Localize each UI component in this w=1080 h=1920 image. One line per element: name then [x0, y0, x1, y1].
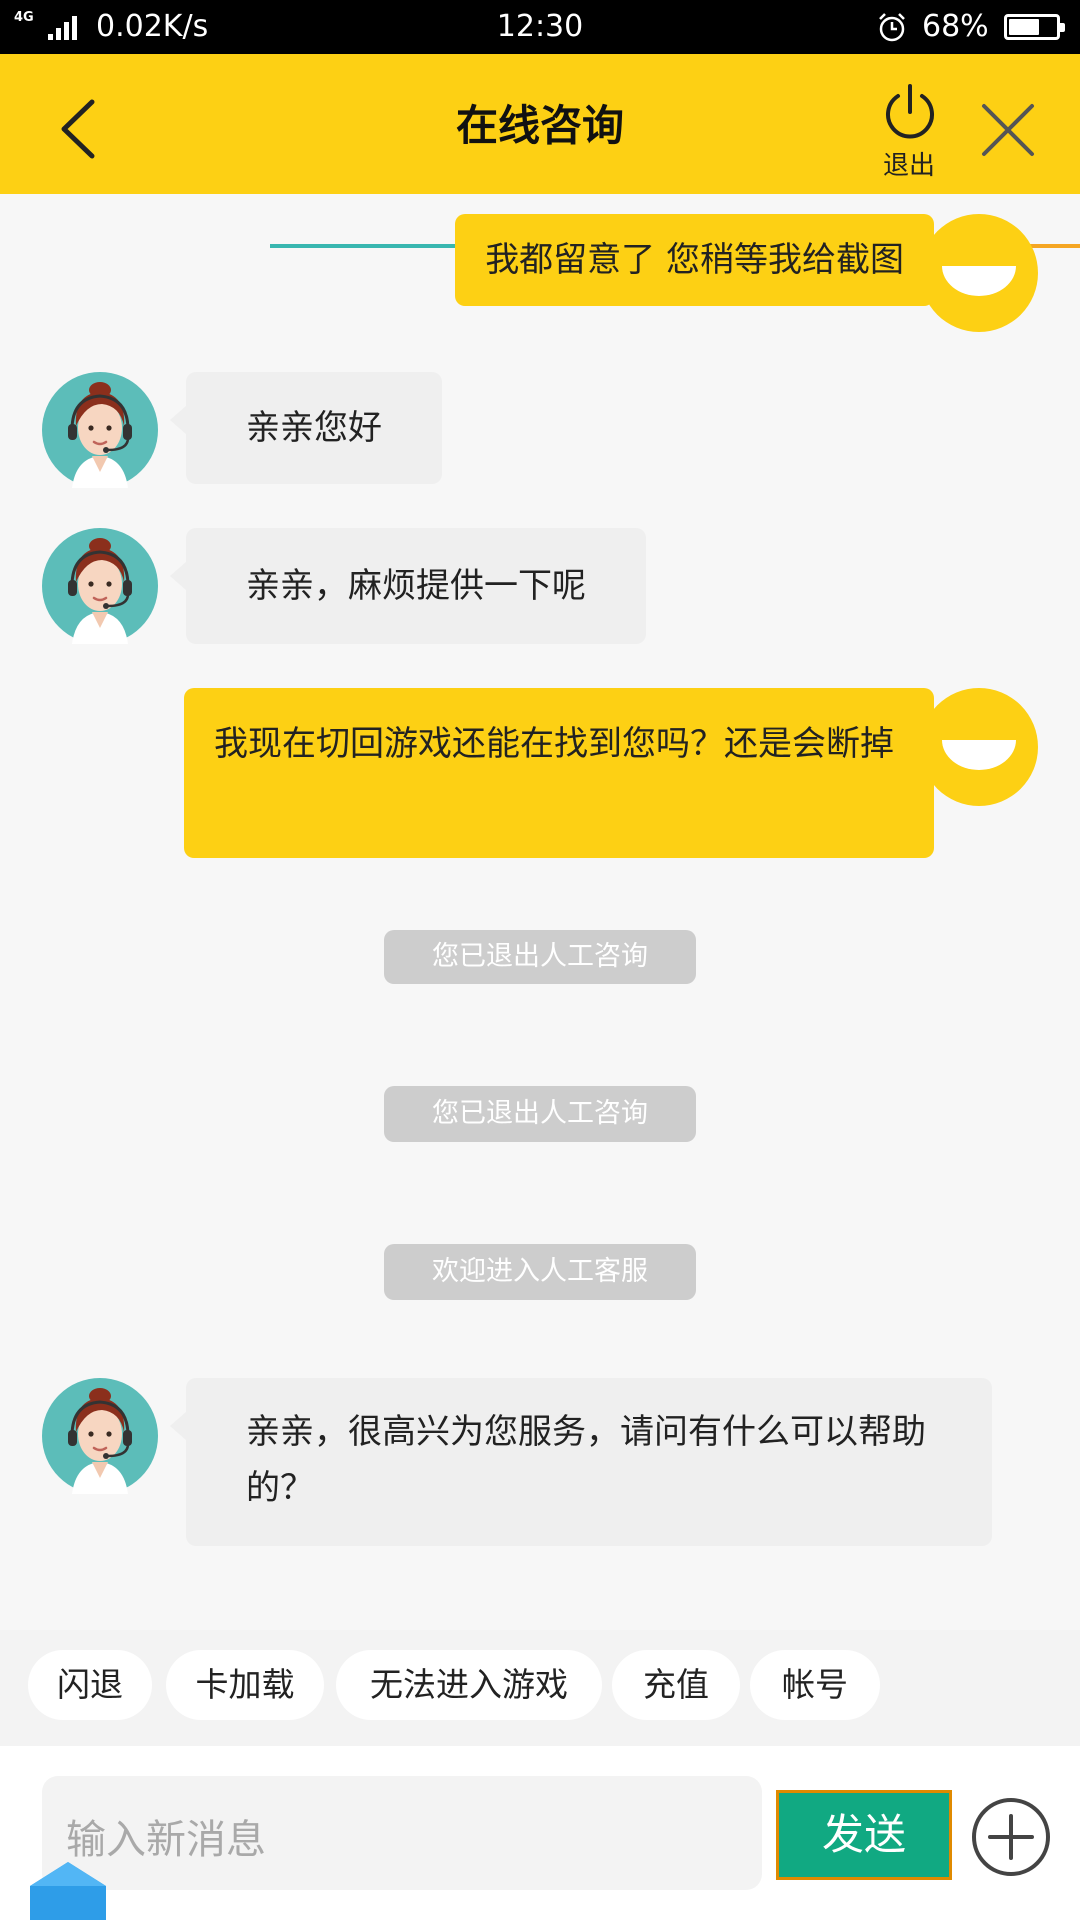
- user-message-bubble: 我都留意了 您稍等我给截图: [455, 214, 950, 306]
- agent-avatar[interactable]: [42, 528, 158, 644]
- close-icon[interactable]: [976, 98, 1040, 162]
- system-notice: 您已退出人工咨询: [384, 1086, 696, 1142]
- system-notice: 欢迎进入人工客服: [384, 1244, 696, 1300]
- message-input-bar: 发送: [0, 1746, 1080, 1920]
- quick-reply-chip[interactable]: 充值: [612, 1650, 740, 1720]
- message-text: 亲亲，麻烦提供一下呢: [246, 566, 586, 606]
- agent-message-bubble: 亲亲，很高兴为您服务，请问有什么可以帮助的？: [170, 1378, 992, 1546]
- clock: 12:30: [496, 9, 584, 44]
- power-icon: [886, 84, 934, 139]
- exit-label: 退出: [882, 151, 935, 181]
- system-notice: 您已退出人工咨询: [384, 930, 696, 984]
- agent-message-bubble: 亲亲，麻烦提供一下呢: [170, 528, 646, 644]
- quick-reply-bar: 闪退 卡加载 无法进入游戏 充值 帐号: [0, 1630, 1080, 1746]
- battery-percent: 68%: [922, 9, 989, 44]
- user-message-bubble: 我现在切回游戏还能在找到您吗？还是会断掉: [184, 688, 950, 858]
- message-input[interactable]: [42, 1776, 762, 1890]
- agent-avatar[interactable]: [42, 1378, 158, 1494]
- top-app-bar: 在线咨询 退出: [0, 54, 1080, 248]
- send-button[interactable]: 发送: [776, 1790, 952, 1880]
- message-text: 我现在切回游戏还能在找到您吗？还是会断掉: [214, 724, 894, 764]
- chat-message-list[interactable]: 我都留意了 您稍等我给截图 亲亲您好 亲亲，麻烦提供一下呢 我现在切回游戏还能在…: [0, 194, 1080, 1630]
- plus-circle-icon[interactable]: [970, 1796, 1052, 1878]
- alarm-icon: [879, 13, 905, 42]
- status-bar: 4G 0.02K/s 12:30 68%: [0, 0, 1080, 54]
- message-text: 亲亲，很高兴为您服务，请问有什么可以帮助的？: [246, 1412, 926, 1508]
- quick-reply-chip[interactable]: 帐号: [750, 1650, 880, 1720]
- quick-reply-chip[interactable]: 闪退: [28, 1650, 152, 1720]
- message-text: 亲亲您好: [246, 408, 382, 448]
- floating-ball-handle[interactable]: [28, 1862, 108, 1920]
- user-avatar[interactable]: [920, 688, 1038, 806]
- quick-reply-chip[interactable]: 无法进入游戏: [336, 1650, 602, 1720]
- exit-button[interactable]: 退出: [874, 82, 944, 192]
- agent-avatar[interactable]: [42, 372, 158, 488]
- message-text: 我都留意了 您稍等我给截图: [485, 240, 904, 280]
- quick-reply-chip[interactable]: 卡加载: [166, 1650, 324, 1720]
- battery-icon: [1004, 14, 1065, 40]
- battery-fill: [1009, 19, 1039, 35]
- agent-message-bubble: 亲亲您好: [170, 372, 442, 484]
- user-avatar[interactable]: [920, 214, 1038, 332]
